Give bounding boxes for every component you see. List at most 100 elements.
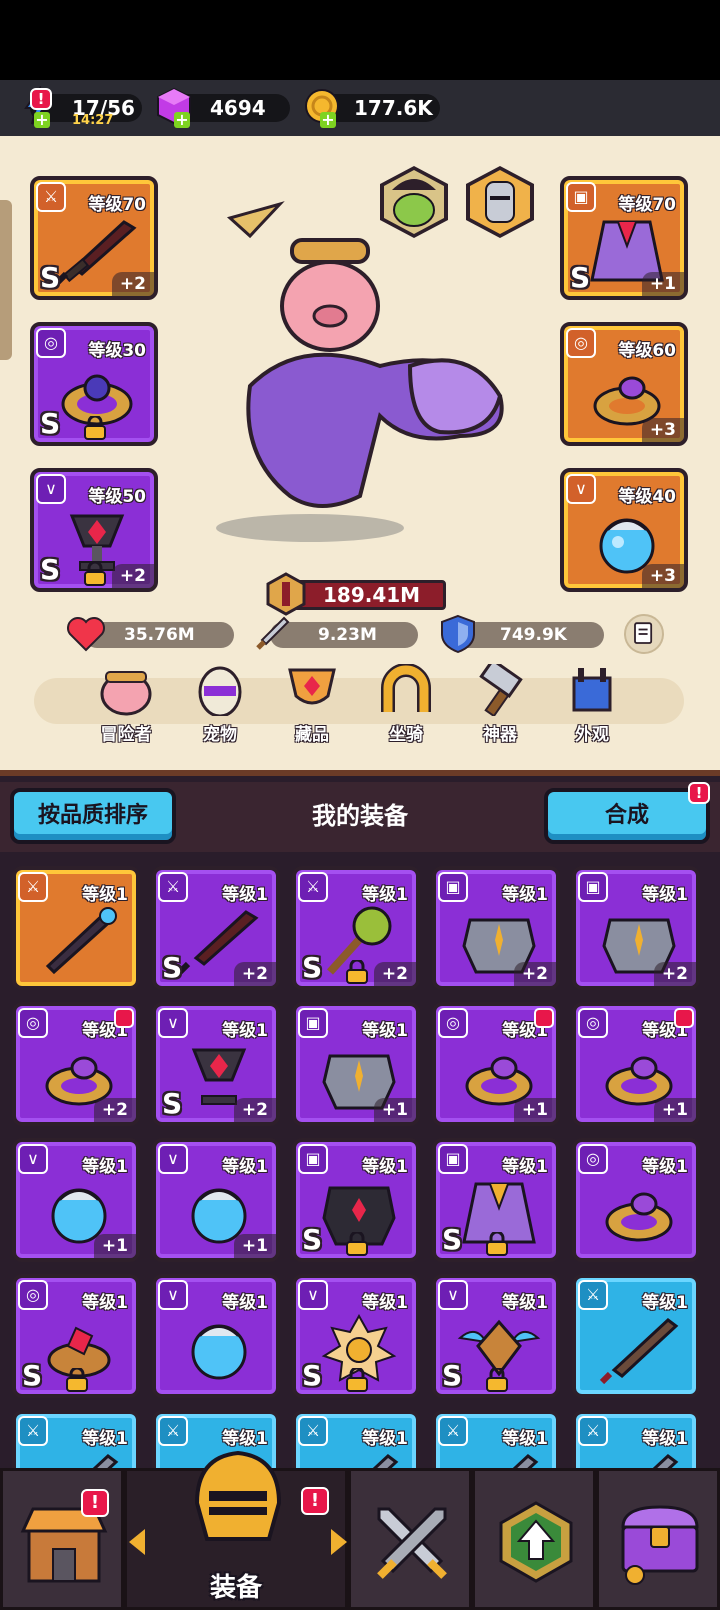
item-level: 等级1 <box>222 885 268 905</box>
equipment-card[interactable]: ◎ 等级1 +1 <box>572 1002 700 1126</box>
equipment-card[interactable]: ∨ 等级1 S <box>292 1274 420 1398</box>
equipment-card[interactable]: ∨ 等级1 +1 <box>152 1138 280 1262</box>
hp-stat: 35.76M <box>84 622 234 648</box>
energy-pill[interactable]: + ! 17/56 14:27 <box>24 86 142 128</box>
equipment-card[interactable]: ⚔ 等级1 <box>572 1274 700 1398</box>
upgrade-count: +2 <box>111 564 154 588</box>
gold-pill[interactable]: + 177.6K <box>305 89 440 128</box>
add-gold-icon[interactable]: + <box>320 112 336 128</box>
item-type-icon: ⚔ <box>18 872 48 902</box>
sort-by-quality-button[interactable]: 按品质排序 <box>10 788 176 844</box>
category-mount[interactable]: 坐骑 <box>370 663 442 746</box>
equipment-card[interactable]: ⚔ 等级1 <box>572 1410 700 1468</box>
stats-detail-button[interactable] <box>624 614 664 654</box>
grade-badge: S <box>40 407 61 440</box>
equipment-card[interactable]: ∨ 等级1 S +2 <box>152 1002 280 1126</box>
new-badge-icon <box>674 1008 694 1028</box>
item-level: 等级1 <box>642 1157 688 1177</box>
item-type-icon: ∨ <box>298 1280 328 1310</box>
item-type-icon: ◎ <box>18 1280 48 1310</box>
merge-button[interactable]: 合成 <box>544 788 710 844</box>
nav-treasure[interactable] <box>596 1468 720 1610</box>
slot-level: 等级60 <box>618 341 676 361</box>
sword-icon <box>652 1454 679 1468</box>
nav-shop[interactable]: ! <box>0 1468 124 1610</box>
item-type-icon: ∨ <box>438 1280 468 1310</box>
lock-icon <box>84 562 106 586</box>
nav-equipment[interactable]: ! 装备 <box>124 1450 348 1610</box>
equipment-card[interactable]: ▣ 等级1 S <box>432 1138 560 1262</box>
item-type-icon: ▣ <box>298 1008 328 1038</box>
add-energy-icon[interactable]: + <box>34 112 50 128</box>
grade-badge: S <box>302 951 323 984</box>
equipment-card[interactable]: ∨ 等级1 +1 <box>12 1138 140 1262</box>
armor-slot[interactable]: ▣ 等级70 S +1 <box>560 176 688 300</box>
equipment-card[interactable]: ◎ 等级1 +2 <box>12 1002 140 1126</box>
knight-helmet-icon <box>194 1450 282 1541</box>
equipment-card[interactable]: ◎ 等级1 +1 <box>432 1002 560 1126</box>
defense-value: 749.9K <box>500 625 567 645</box>
upgrade-count: +3 <box>641 418 684 442</box>
add-gems-icon[interactable]: + <box>174 112 190 128</box>
nav-battle[interactable] <box>348 1468 472 1610</box>
weapon-slot[interactable]: ⚔ 等级70 S +2 <box>30 176 158 300</box>
upgrade-count: +2 <box>111 272 154 296</box>
equipment-card[interactable]: ∨ 等级1 S <box>432 1274 560 1398</box>
ring-slot-2[interactable]: ◎ 等级60 +3 <box>560 322 688 446</box>
item-type-icon: ⚔ <box>298 872 328 902</box>
ring-slot[interactable]: ◎ 等级30 S <box>30 322 158 446</box>
item-type-icon: ∨ <box>158 1280 188 1310</box>
energy-alert-badge: ! <box>30 88 52 110</box>
ring-tag-icon: ◎ <box>36 328 66 358</box>
lock-icon <box>346 1232 368 1256</box>
item-level: 等级1 <box>362 1021 408 1041</box>
category-adventurer[interactable]: 冒险者 <box>90 664 162 746</box>
item-type-icon: ▣ <box>298 1144 328 1174</box>
gems-value: 4694 <box>210 96 266 120</box>
amulet-slot[interactable]: ∨ 等级50 S +2 <box>30 468 158 592</box>
item-type-icon: ∨ <box>158 1144 188 1174</box>
equipment-card[interactable]: ◎ 等级1 S <box>12 1274 140 1398</box>
equipment-card[interactable]: ∨ 等级1 <box>152 1274 280 1398</box>
attack-value: 9.23M <box>318 625 377 645</box>
shop-alert-badge: ! <box>81 1489 109 1517</box>
gems-pill[interactable]: + 4694 <box>157 87 290 128</box>
category-label: 坐骑 <box>389 725 423 745</box>
right-arrow-icon <box>331 1529 347 1555</box>
hammer-icon <box>479 657 523 718</box>
category-artifact[interactable]: 神器 <box>464 657 536 746</box>
equipment-card[interactable]: ▣ 等级1 +2 <box>572 866 700 990</box>
upgrade-count: +1 <box>513 1098 556 1122</box>
equipment-card[interactable]: ⚔ 等级1 <box>12 866 140 990</box>
crossed-swords-icon <box>377 1507 447 1579</box>
equipment-title: 我的装备 <box>312 802 408 830</box>
equipment-card[interactable]: ▣ 等级1 +1 <box>292 1002 420 1126</box>
equipment-card[interactable]: ▣ 等级1 S <box>292 1138 420 1262</box>
hero-panel: ⚔ 等级70 S +2 ◎ 等级30 S ∨ 等级50 S +2 ▣ 等级70 … <box>0 136 720 776</box>
category-appearance[interactable]: 外观 <box>556 664 628 746</box>
equipment-card[interactable]: ⚔ 等级1 <box>12 1410 140 1468</box>
item-type-icon: ⚔ <box>298 1416 328 1446</box>
item-level: 等级1 <box>82 1293 128 1313</box>
lock-icon <box>84 416 106 440</box>
item-type-icon: ▣ <box>438 1144 468 1174</box>
equipment-card[interactable]: ◎ 等级1 <box>572 1138 700 1262</box>
item-level: 等级1 <box>502 885 548 905</box>
upgrade-count: +2 <box>233 962 276 986</box>
orb-slot[interactable]: ∨ 等级40 +3 <box>560 468 688 592</box>
energy-timer: 14:27 <box>72 113 114 128</box>
equipment-card[interactable]: ⚔ 等级1 S +2 <box>292 866 420 990</box>
side-drawer-tab[interactable] <box>0 200 12 360</box>
equipment-grid: ⚔ 等级1 ⚔ 等级1 S +2 ⚔ 等级1 S +2 ▣ 等级1 +2 ▣ 等级1 +2 ◎ 等级1 +2 ∨ 等级1… <box>0 866 720 1468</box>
hero-character[interactable] <box>210 196 530 556</box>
category-collection[interactable]: 藏品 <box>276 664 348 746</box>
lock-icon <box>346 960 368 984</box>
equipment-card[interactable]: ⚔ 等级1 S +2 <box>152 866 280 990</box>
equipment-card[interactable]: ⚔ 等级1 <box>432 1410 560 1468</box>
nav-upgrade[interactable] <box>472 1468 596 1610</box>
equipment-card[interactable]: ▣ 等级1 +2 <box>432 866 560 990</box>
status-bar-area <box>0 0 720 80</box>
category-pet[interactable]: 宠物 <box>184 664 256 746</box>
nav-equipment-label: 装备 <box>209 1573 262 1603</box>
equipment-card[interactable]: ⚔ 等级1 <box>292 1410 420 1468</box>
